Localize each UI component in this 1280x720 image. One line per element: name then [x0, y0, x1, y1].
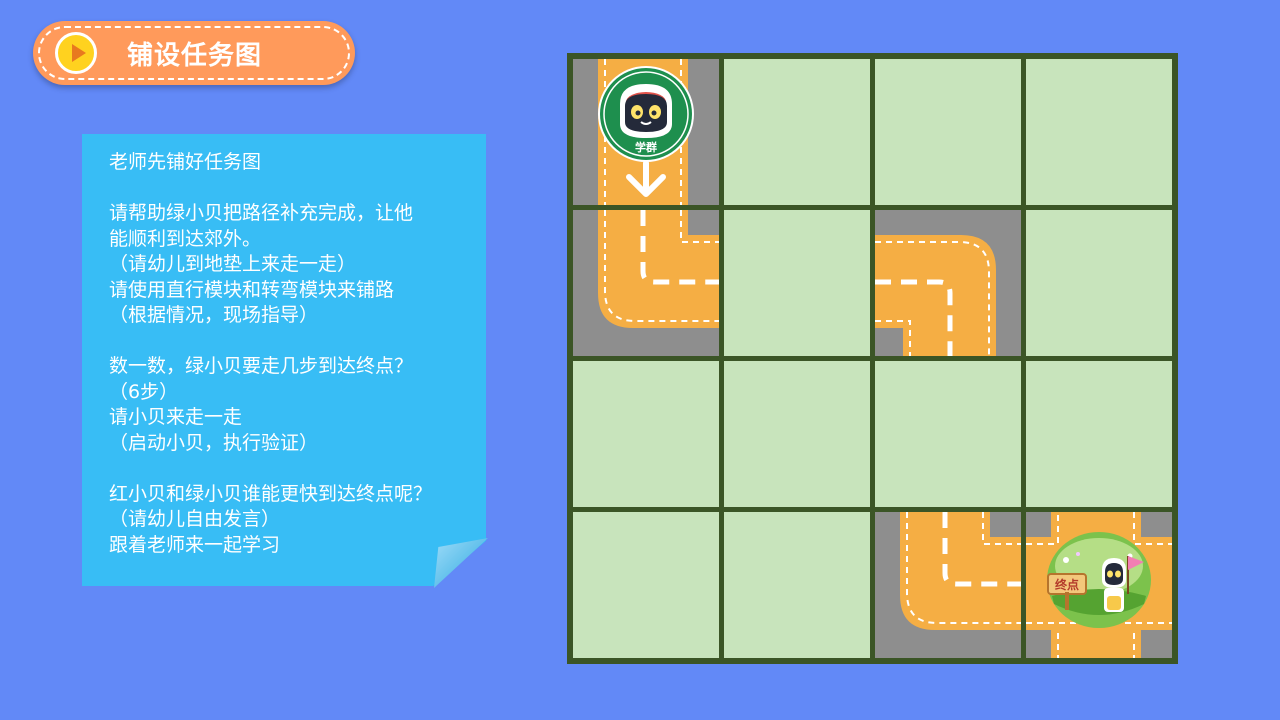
page-title: 铺设任务图: [127, 41, 263, 71]
road-tile-turn: [875, 512, 1021, 658]
note-line: [109, 329, 479, 355]
start-badge-label: 学群: [635, 140, 657, 154]
note-line: （请幼儿到地垫上来走一走）: [109, 253, 357, 275]
robot-face-icon: 学群: [600, 68, 692, 160]
note-line: [109, 456, 479, 482]
note-line: 老师先铺好任务图: [109, 151, 262, 173]
finish-scene-icon: 终点: [1047, 532, 1151, 628]
note-line: 红小贝和绿小贝谁能更快到达终点呢？: [109, 482, 433, 505]
note-line: （根据情况，现场指导）: [109, 304, 319, 326]
note-line: （请幼儿自由发言）: [109, 508, 281, 530]
road-tile-turn: [573, 210, 719, 356]
play-icon[interactable]: [55, 32, 97, 74]
finish-point-icon[interactable]: 终点: [1044, 530, 1154, 630]
note-line: 请小贝来走一走: [109, 406, 243, 428]
finish-badge-label: 终点: [1055, 577, 1079, 592]
instruction-text: 老师先铺好任务图 请帮助绿小贝把路径补充完成，让他 能顺利到达郊外。 （请幼儿到…: [109, 150, 479, 558]
start-robot-icon[interactable]: 学群: [598, 66, 694, 162]
note-line: 能顺利到达郊外。: [109, 227, 262, 250]
note-line: [109, 176, 479, 202]
note-line: （6步）: [109, 380, 179, 403]
note-line: 数一数，绿小贝要走几步到达终点？: [109, 355, 414, 377]
note-line: 请帮助绿小贝把路径补充完成，让他: [109, 202, 414, 224]
note-line: 请使用直行模块和转弯模块来铺路: [109, 278, 395, 301]
note-line: （启动小贝，执行验证）: [109, 431, 319, 454]
note-line: 跟着老师来一起学习: [109, 533, 281, 556]
title-pill: 铺设任务图: [33, 21, 355, 85]
road-tile-turn: [875, 210, 1021, 356]
